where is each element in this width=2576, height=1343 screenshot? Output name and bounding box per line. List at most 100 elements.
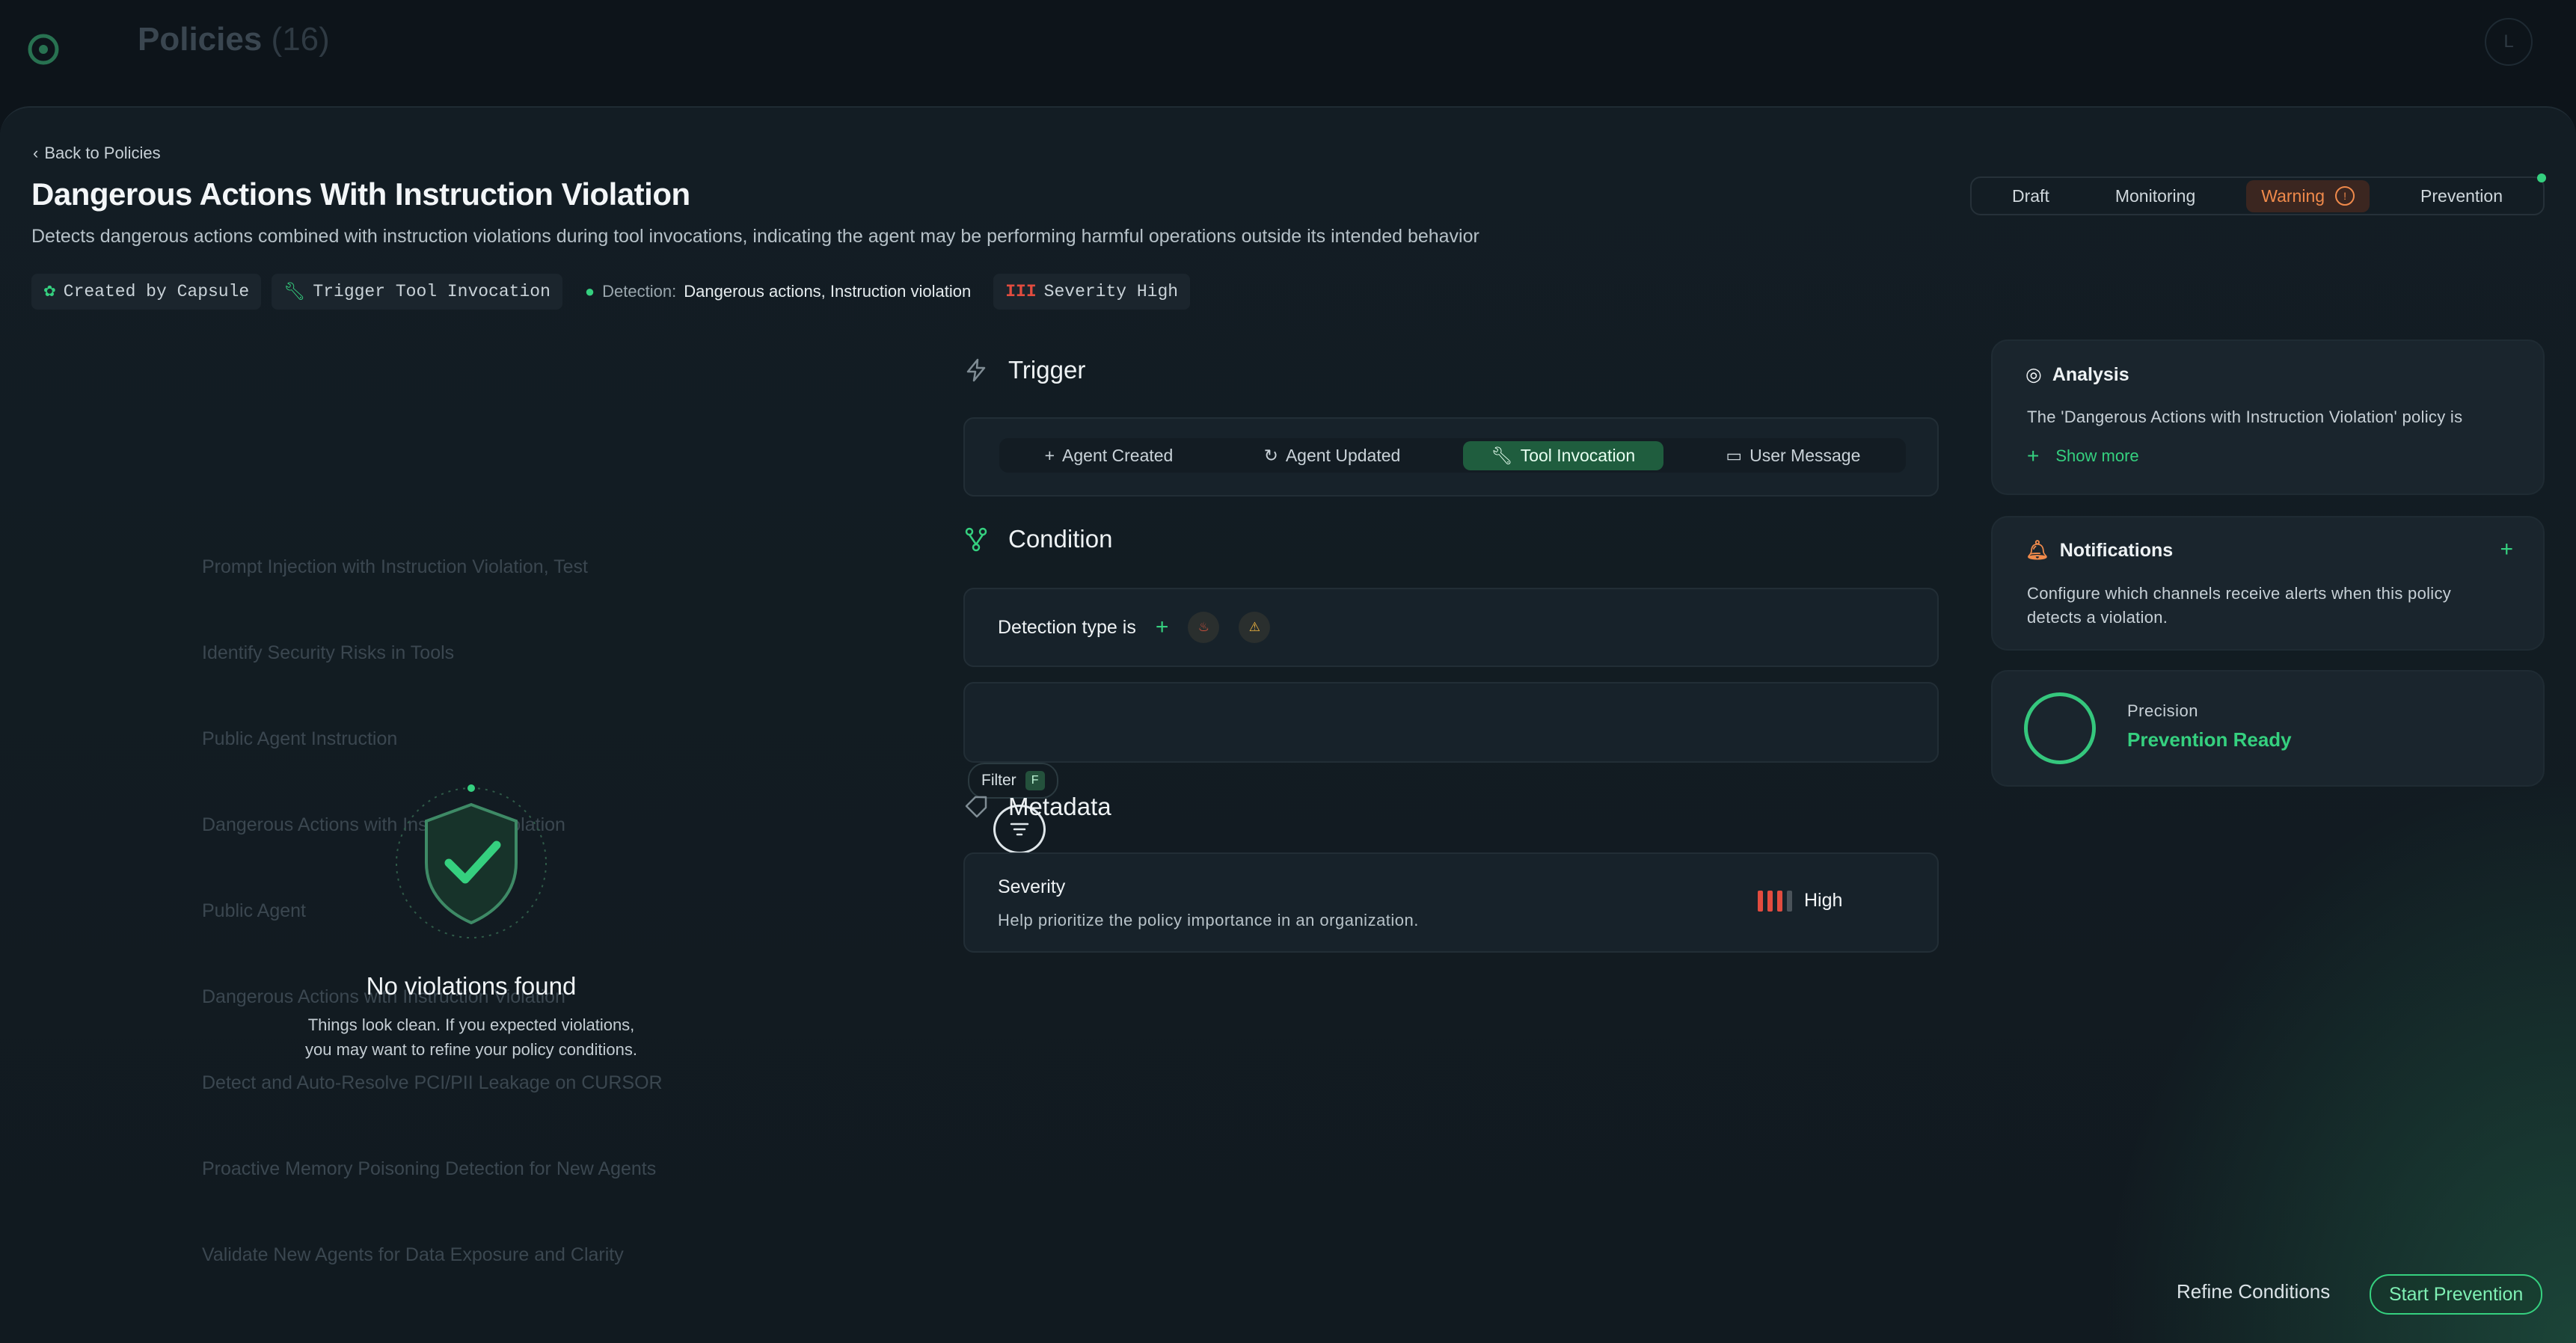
severity-value: High (1804, 890, 1843, 911)
analysis-text: The 'Dangerous Actions with Instruction … (2027, 408, 2463, 426)
severity-bar (1767, 890, 1773, 912)
condition-card: Detection type is + ♨ ⚠ (963, 588, 1939, 667)
list-item: Validate New Agents for Data Exposure an… (172, 1244, 1593, 1319)
metadata-section-header: Metadata (963, 793, 1111, 821)
trigger-agent-updated[interactable]: ↻ Agent Updated (1236, 441, 1429, 470)
filter-icon (1010, 823, 1029, 836)
app-title-text: Policies (138, 21, 263, 58)
plus-icon: + (1044, 445, 1055, 465)
tag-icon (963, 794, 989, 820)
empty-state-line: Things look clean. If you expected viola… (307, 1015, 635, 1034)
empty-state-subtitle: Things look clean. If you expected viola… (254, 1012, 688, 1062)
severity-tag: III Severity High (993, 274, 1191, 310)
condition-row: Detection type is + ♨ ⚠ (998, 612, 1271, 643)
notifications-line: Configure which channels receive alerts … (2027, 584, 2452, 603)
trigger-tool-invocation[interactable]: 🔧︎ Tool Invocation (1462, 440, 1664, 470)
start-prevention-button[interactable]: Start Prevention (2370, 1274, 2543, 1315)
precision-ring (2024, 692, 2096, 764)
trigger-option-label: Agent Updated (1285, 445, 1401, 465)
bell-icon: 🔔︎ (2025, 540, 2049, 561)
list-item: Proactive Memory Poisoning Detection for… (172, 1158, 1593, 1233)
trigger-title: Trigger (1008, 356, 1086, 384)
trigger-card: + Agent Created ↻ Agent Updated 🔧︎ Tool … (963, 417, 1939, 497)
detection-icon: ● (584, 282, 595, 301)
policy-tags: ✿ Created by Capsule 🔧︎ Trigger Tool Inv… (31, 274, 1191, 310)
trigger-section-header: Trigger (963, 356, 1085, 384)
show-more-label: Show more (2055, 446, 2139, 465)
shield-check-icon (389, 781, 553, 945)
status-monitoring[interactable]: Monitoring (2100, 180, 2210, 212)
trigger-option-label: User Message (1749, 445, 1861, 465)
severity-title: Severity (998, 876, 1066, 897)
severity-card: Severity Help prioritize the policy impo… (963, 852, 1939, 953)
analysis-icon: ◎ (2025, 364, 2042, 385)
trigger-type-selector: + Agent Created ↻ Agent Updated 🔧︎ Tool … (999, 438, 1906, 473)
empty-state-line: you may want to refine your policy condi… (305, 1040, 637, 1059)
status-draft[interactable]: Draft (1997, 180, 2064, 212)
severity-selector[interactable]: High (1758, 890, 1842, 912)
precision-label: Precision (2127, 701, 2198, 720)
notifications-text: Configure which channels receive alerts … (2027, 582, 2451, 630)
severity-bar (1758, 890, 1763, 912)
wrench-icon: 🔧︎ (1491, 445, 1513, 465)
detection-key: Detection: (602, 282, 677, 301)
notifications-title: Notifications (2059, 540, 2174, 561)
avatar[interactable]: L (2485, 18, 2533, 66)
filter-tooltip-label: Filter (981, 772, 1016, 789)
refresh-icon: ↻ (1263, 445, 1278, 465)
severity-bars-icon (1758, 890, 1792, 912)
filter-shortcut-key: F (1025, 771, 1045, 790)
detection-value: Dangerous actions, Instruction violation (684, 282, 972, 301)
lightning-icon (963, 357, 989, 383)
plus-icon: + (2027, 444, 2040, 467)
filter-card (963, 682, 1939, 763)
trigger-agent-created[interactable]: + Agent Created (1016, 441, 1202, 470)
branch-icon (963, 526, 989, 552)
precision-value: Prevention Ready (2127, 728, 2292, 751)
trigger-user-message[interactable]: ▭ User Message (1697, 441, 1889, 470)
severity-tag-text: Severity High (1043, 282, 1179, 301)
notifications-header: 🔔︎ Notifications (2025, 540, 2173, 562)
policy-status-selector: Draft Monitoring Warning ! Prevention (1970, 176, 2545, 215)
add-detection-icon[interactable]: + (1156, 615, 1169, 640)
list-item-name: Detect and Auto-Resolve PCI/PII Leakage … (202, 1072, 663, 1093)
analysis-header: ◎ Analysis (2025, 363, 2129, 386)
status-warning[interactable]: Warning ! (2246, 179, 2370, 212)
condition-section-header: Condition (963, 525, 1112, 553)
trigger-tag-text: Trigger Tool Invocation (313, 282, 551, 301)
back-link-label: Back to Policies (44, 144, 161, 162)
list-item-name: Public Agent Instruction (202, 728, 398, 749)
dangerous-action-icon[interactable]: ♨ (1188, 612, 1220, 643)
list-item-name: Identify Security Risks in Tools (202, 642, 455, 663)
notifications-card: 🔔︎ Notifications + Configure which chann… (1991, 516, 2545, 651)
refine-conditions-button[interactable]: Refine Conditions (2162, 1273, 2345, 1311)
trigger-option-label: Tool Invocation (1520, 445, 1636, 465)
warning-triangle-icon[interactable]: ⚠ (1239, 612, 1271, 643)
show-more-button[interactable]: + Show more (2027, 444, 2139, 468)
condition-label: Detection type is (998, 616, 1136, 638)
status-prevention-label: Prevention (2420, 185, 2503, 206)
status-monitoring-label: Monitoring (2115, 185, 2196, 206)
app-title: Policies (16) (138, 21, 330, 58)
status-warning-label: Warning (2261, 185, 2325, 206)
list-item-name: Proactive Memory Poisoning Detection for… (202, 1158, 657, 1179)
status-indicator-dot (2537, 173, 2546, 182)
add-notification-icon[interactable]: + (2500, 537, 2513, 562)
notifications-line: detects a violation. (2027, 608, 2168, 627)
capsule-logo-icon: ✿ (43, 284, 56, 301)
analysis-title: Analysis (2052, 363, 2129, 385)
app-logo-icon (22, 28, 64, 70)
precision-card: Precision Prevention Ready (1991, 670, 2545, 787)
message-icon: ▭ (1726, 445, 1743, 465)
status-prevention[interactable]: Prevention (2405, 180, 2518, 212)
list-item-name: Validate New Agents for Data Exposure an… (202, 1244, 624, 1265)
policy-detail-modal: Prompt Injection with Instruction Violat… (0, 106, 2576, 1343)
back-to-policies-link[interactable]: ‹ Back to Policies (33, 144, 161, 163)
list-item-name: Prompt Injection with Instruction Violat… (202, 556, 589, 577)
created-by-text: Created by Capsule (63, 282, 250, 301)
policy-count: (16) (271, 21, 330, 58)
trigger-tag: 🔧︎ Trigger Tool Invocation (272, 274, 562, 310)
trigger-option-label: Agent Created (1062, 445, 1174, 465)
warning-icon: ! (2335, 186, 2355, 206)
severity-bar (1777, 890, 1782, 912)
